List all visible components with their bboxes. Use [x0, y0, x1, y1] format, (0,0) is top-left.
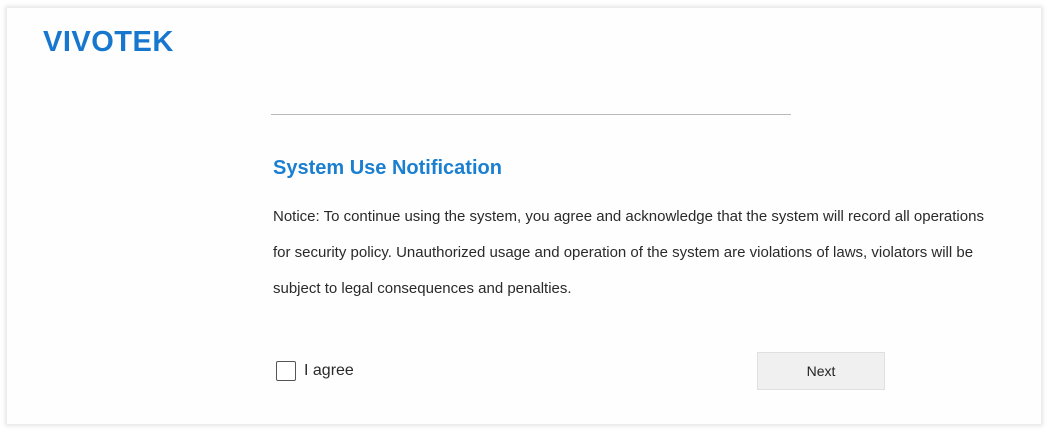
agree-label: I agree [304, 362, 354, 379]
agree-checkbox[interactable] [276, 361, 296, 381]
divider [271, 114, 791, 115]
notification-title: System Use Notification [273, 157, 502, 179]
next-button[interactable]: Next [757, 352, 885, 390]
agree-checkbox-row[interactable]: I agree [276, 359, 354, 383]
notification-body: Notice: To continue using the system, yo… [273, 208, 984, 297]
login-panel: VIVOTEK System Use Notification Notice: … [7, 8, 1041, 424]
vivotek-logo: VIVOTEK [43, 26, 174, 58]
